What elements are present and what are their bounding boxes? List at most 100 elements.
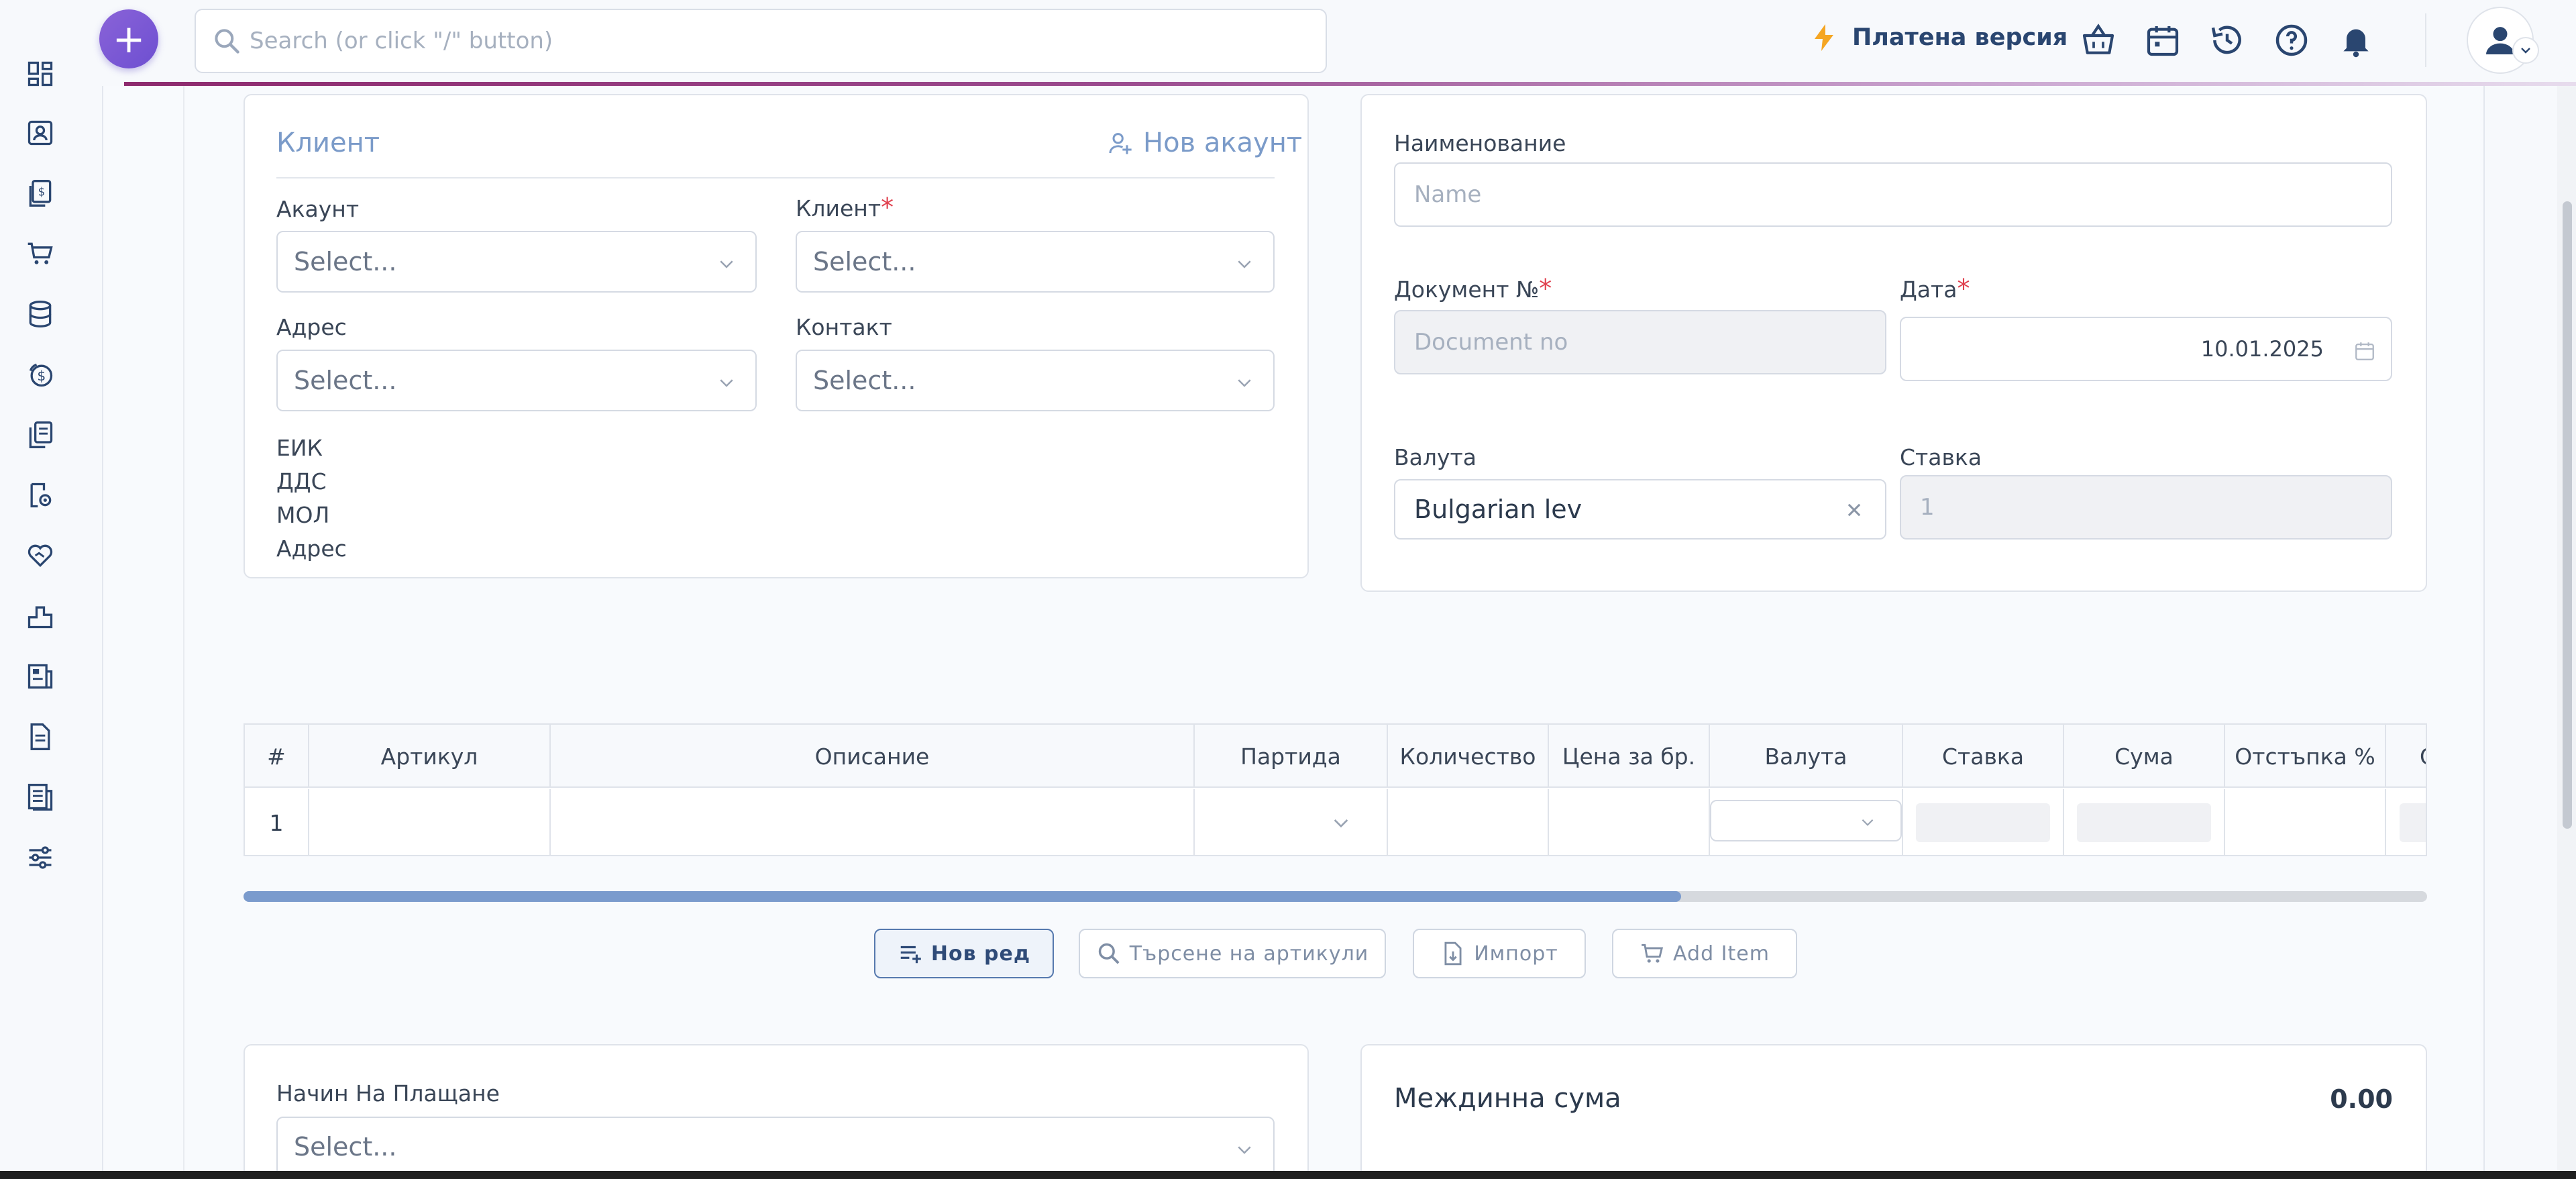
paid-version-link[interactable]: Платена версия: [1808, 20, 2068, 55]
items-table: # Артикул Описание Партида Количество Це…: [244, 723, 2427, 856]
contact-select[interactable]: Select...: [796, 350, 1275, 411]
import-file-icon: [1444, 941, 1462, 966]
import-button[interactable]: Импорт: [1413, 929, 1586, 978]
row-number: 1: [245, 789, 309, 855]
contacts-icon[interactable]: [25, 118, 55, 148]
rate-field: [1916, 803, 2050, 842]
discount-cell[interactable]: [2225, 789, 2386, 855]
amount-field: [2077, 803, 2211, 842]
add-button[interactable]: +: [99, 9, 158, 68]
chevron-down-icon: [1238, 260, 1251, 268]
subtotal-label: Междинна сума: [1394, 1083, 1621, 1114]
invoices-icon[interactable]: $: [25, 178, 55, 208]
account-label: Акаунт: [276, 196, 360, 222]
address-select[interactable]: Select...: [276, 350, 757, 411]
database-icon[interactable]: [25, 299, 55, 329]
article-cell[interactable]: [309, 789, 551, 855]
calendar-icon[interactable]: [2353, 340, 2376, 362]
payment-method-label: Начин На Плащане: [276, 1080, 500, 1107]
date-label: Дата*: [1900, 274, 1970, 303]
reports-icon[interactable]: [25, 782, 55, 812]
search-icon: [215, 29, 239, 54]
client-card-title: Клиент: [276, 127, 380, 158]
cart-icon[interactable]: [25, 239, 55, 268]
add-item-label: Add Item: [1673, 941, 1770, 966]
content-guide-line: [183, 86, 184, 1173]
search-box[interactable]: [195, 9, 1327, 73]
bottom-edge: [0, 1171, 2576, 1179]
col-extra: С: [2386, 725, 2426, 788]
chevron-down-icon: [2521, 48, 2530, 54]
bell-icon[interactable]: [2337, 21, 2375, 59]
svg-text:$: $: [38, 186, 45, 199]
chevron-down-icon: [720, 379, 733, 387]
basket-icon[interactable]: [2080, 21, 2117, 59]
currency-label: Валута: [1394, 444, 1477, 470]
docno-label: Документ №*: [1394, 274, 1552, 303]
name-input[interactable]: Name: [1394, 162, 2392, 227]
history-icon[interactable]: [2208, 21, 2246, 59]
add-item-button[interactable]: Add Item: [1612, 929, 1797, 978]
paid-version-label: Платена версия: [1852, 24, 2068, 51]
lightning-icon: [1815, 24, 1833, 51]
quantity-cell[interactable]: [1388, 789, 1549, 855]
client-label-text: Клиент: [796, 195, 881, 221]
user-menu-chevron[interactable]: [2512, 37, 2539, 64]
add-user-icon: [1109, 133, 1132, 154]
rate-label: Ставка: [1900, 444, 1982, 470]
client-card: [244, 94, 1309, 578]
import-label: Импорт: [1474, 941, 1558, 966]
sliders-icon[interactable]: [25, 843, 55, 872]
settings-doc-icon[interactable]: [25, 480, 55, 510]
currency-select[interactable]: Bulgarian lev: [1394, 479, 1886, 540]
search-items-button[interactable]: Търсене на артикули: [1079, 929, 1386, 978]
payment-method-select[interactable]: Select...: [276, 1117, 1275, 1177]
chevron-down-icon: [1862, 819, 1874, 826]
col-batch: Партида: [1195, 725, 1388, 788]
client-select[interactable]: Select...: [796, 231, 1275, 293]
address-label: Адрес: [276, 314, 347, 340]
address-select-value: Select...: [294, 366, 397, 395]
report-icon[interactable]: [25, 662, 55, 691]
page-scroll-thumb[interactable]: [2563, 201, 2572, 829]
file-icon[interactable]: [25, 722, 55, 752]
amount-cell: [2064, 789, 2225, 855]
extra-cell: [2386, 789, 2426, 855]
contact-label: Контакт: [796, 314, 892, 340]
docno-placeholder: Document no: [1414, 329, 1568, 356]
help-icon[interactable]: [2273, 21, 2310, 59]
description-cell[interactable]: [551, 789, 1195, 855]
add-list-icon: [900, 945, 921, 964]
batch-cell[interactable]: [1195, 789, 1388, 855]
required-marker: *: [881, 193, 894, 222]
date-input[interactable]: 10.01.2025: [1900, 317, 2392, 381]
rate-input: 1: [1900, 475, 2392, 540]
table-scroll-thumb[interactable]: [244, 891, 1681, 902]
name-label: Наименование: [1394, 130, 1566, 156]
chart-icon[interactable]: [25, 601, 55, 631]
clear-icon[interactable]: [1845, 501, 1864, 519]
date-value: 10.01.2025: [2200, 336, 2324, 362]
info-vat: ДДС: [276, 468, 327, 495]
date-label-text: Дата: [1900, 276, 1957, 303]
account-select[interactable]: Select...: [276, 231, 757, 293]
chevron-down-icon: [1238, 1146, 1251, 1154]
chevron-down-icon: [1334, 819, 1348, 828]
new-account-link[interactable]: Нов акаунт: [1107, 127, 1302, 158]
unit-price-cell[interactable]: [1549, 789, 1710, 855]
search-input[interactable]: [250, 28, 1256, 54]
search-icon: [1098, 943, 1120, 964]
info-mol: МОЛ: [276, 502, 330, 528]
coins-icon[interactable]: $: [25, 360, 55, 389]
documents-icon[interactable]: [25, 420, 55, 450]
contact-select-value: Select...: [813, 366, 916, 395]
new-row-button[interactable]: Нов ред: [874, 929, 1054, 978]
col-amount: Сума: [2064, 725, 2225, 788]
row-currency-select[interactable]: [1710, 800, 1902, 841]
dashboard-icon[interactable]: [25, 59, 55, 89]
table-header: # Артикул Описание Партида Количество Це…: [245, 725, 2426, 788]
rate-cell: [1903, 789, 2064, 855]
account-select-value: Select...: [294, 247, 397, 276]
calendar-icon[interactable]: [2144, 21, 2182, 59]
handshake-icon[interactable]: [25, 541, 55, 570]
